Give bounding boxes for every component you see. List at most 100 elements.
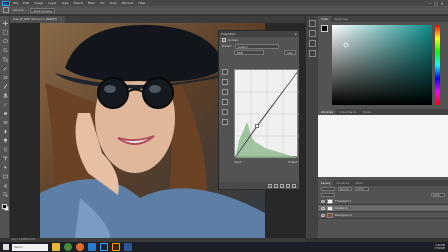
curve-tools — [222, 69, 230, 129]
path-selection-tool-icon[interactable] — [2, 164, 8, 170]
pencil-draw-icon[interactable] — [222, 119, 228, 125]
rectangle-tool-icon[interactable] — [2, 173, 8, 179]
tab-close-icon[interactable]: × — [60, 16, 62, 23]
file-explorer-icon[interactable] — [52, 243, 60, 251]
tab-paths[interactable]: Paths — [352, 180, 366, 186]
menu-image[interactable]: Image — [34, 1, 43, 5]
menu-layer[interactable]: Layer — [48, 1, 56, 5]
hand-tool-icon[interactable] — [2, 182, 8, 188]
on-image-adjust-icon[interactable] — [222, 69, 228, 75]
history-panel-icon[interactable] — [309, 20, 316, 27]
dodge-tool-icon[interactable] — [2, 137, 8, 143]
pen-tool-icon[interactable] — [2, 146, 8, 152]
healing-brush-tool-icon[interactable] — [2, 74, 8, 80]
menu-help[interactable]: Help — [138, 1, 145, 5]
menu-window[interactable]: Window — [122, 1, 134, 5]
visibility-eye-icon[interactable] — [321, 213, 325, 217]
menu-filter[interactable]: Filter — [88, 1, 95, 5]
quick-select-tool-icon[interactable] — [2, 47, 8, 53]
reset-icon[interactable] — [280, 183, 284, 188]
gray-point-eyedropper-icon[interactable] — [222, 89, 228, 95]
hue-slider[interactable] — [435, 25, 440, 105]
edit-points-icon[interactable] — [222, 109, 228, 115]
taskbar-search[interactable]: Search — [12, 243, 48, 251]
options-bar: Sample: Point Sample — [0, 6, 448, 15]
actions-panel-icon[interactable] — [309, 30, 316, 37]
gradient-tool-icon[interactable] — [2, 119, 8, 125]
menu-view[interactable]: View — [109, 1, 116, 5]
preset-select[interactable]: Custom — [234, 43, 279, 49]
history-brush-tool-icon[interactable] — [2, 101, 8, 107]
sample-select[interactable]: Point Sample — [30, 7, 55, 13]
tab-layers[interactable]: Layers — [318, 180, 334, 186]
layer-row[interactable]: Curves 1 — [318, 205, 448, 212]
lock-options[interactable] — [321, 193, 335, 197]
menu-select[interactable]: Select — [74, 1, 83, 5]
crop-tool-icon[interactable] — [2, 56, 8, 62]
properties-panel: Properties ≡ Curves Preset: Custom RGB A… — [218, 30, 300, 190]
illustrator-icon[interactable] — [112, 243, 120, 251]
menu-3d[interactable]: 3D — [100, 1, 104, 5]
visibility-eye-icon[interactable] — [321, 206, 325, 210]
input-label: Input: — [234, 161, 242, 164]
white-point-eyedropper-icon[interactable] — [222, 99, 228, 105]
clone-stamp-tool-icon[interactable] — [2, 92, 8, 98]
firefox-icon[interactable] — [76, 243, 84, 251]
type-tool-icon[interactable] — [2, 155, 8, 161]
layer-row[interactable]: Background — [318, 212, 448, 219]
close-icon[interactable]: × — [439, 1, 445, 6]
layer-thumbnail — [327, 198, 333, 204]
tools-panel — [0, 16, 10, 238]
foreground-color-swatch[interactable] — [2, 204, 7, 209]
tab-swatches[interactable]: Swatches — [331, 16, 350, 22]
auto-button[interactable]: Auto — [283, 49, 296, 55]
blend-mode-select[interactable]: Normal — [338, 187, 352, 191]
menu-file[interactable]: File — [13, 1, 18, 5]
menu-type[interactable]: Type — [62, 1, 69, 5]
zoom-tool-icon[interactable] — [2, 191, 8, 197]
panel-menu-icon[interactable]: ≡ — [295, 32, 297, 36]
black-point-eyedropper-icon[interactable] — [222, 79, 228, 85]
view-previous-icon[interactable] — [274, 183, 278, 188]
layers-panel: Layers Channels Paths Normal 100% 100% T… — [318, 180, 448, 238]
tab-color[interactable]: Color — [318, 16, 332, 22]
right-panels: Color Swatches Libraries Adjustments Sty… — [318, 16, 448, 238]
move-tool-icon[interactable] — [2, 20, 8, 26]
eyedropper-tool-icon[interactable] — [2, 65, 8, 71]
system-tray[interactable]: 5:30 PM 7/7/2020 — [434, 244, 445, 250]
brush-tool-icon[interactable] — [2, 83, 8, 89]
eyedropper-preset-icon[interactable] — [3, 7, 9, 13]
windows-start-icon[interactable] — [2, 243, 10, 251]
properties-panel-icon[interactable] — [309, 40, 316, 47]
lasso-tool-icon[interactable] — [2, 38, 8, 44]
edge-icon[interactable] — [88, 243, 96, 251]
layer-name: Curves 1 — [335, 206, 348, 210]
layer-kind-filter[interactable] — [321, 187, 335, 191]
document-title: Lisa_W_OPE (Curves 1, RGB/8*) — [13, 17, 58, 21]
layer-opacity-field[interactable]: 100% — [355, 187, 369, 191]
visibility-eye-icon[interactable] — [321, 199, 325, 203]
sample-label: Sample: — [13, 8, 25, 12]
marquee-tool-icon[interactable] — [2, 29, 8, 35]
color-panel-foreground-swatch[interactable] — [321, 25, 328, 32]
chrome-icon[interactable] — [64, 243, 72, 251]
info-panel-icon[interactable] — [309, 50, 316, 57]
clip-to-layer-icon[interactable] — [268, 183, 272, 188]
curve-graph[interactable] — [234, 69, 300, 159]
photoshop-taskbar-icon[interactable] — [100, 243, 108, 251]
layer-name: Threshold 1 — [335, 199, 352, 203]
eraser-tool-icon[interactable] — [2, 110, 8, 116]
layer-thumbnail — [327, 205, 333, 211]
menu-edit[interactable]: Edit — [23, 1, 29, 5]
window-controls: – □ × — [427, 1, 445, 6]
layer-row[interactable]: Threshold 1 — [318, 198, 448, 205]
visibility-icon[interactable] — [286, 183, 290, 188]
blur-tool-icon[interactable] — [2, 128, 8, 134]
layer-fill-field[interactable]: 100% — [431, 193, 445, 197]
word-icon[interactable] — [124, 243, 132, 251]
document-tab[interactable]: Lisa_W_OPE (Curves 1, RGB/8*) × — [10, 16, 66, 23]
tab-channels[interactable]: Channels — [333, 180, 352, 186]
trash-icon[interactable] — [292, 183, 296, 188]
channel-select[interactable]: RGB — [234, 49, 264, 55]
color-picker-field[interactable] — [332, 25, 432, 105]
